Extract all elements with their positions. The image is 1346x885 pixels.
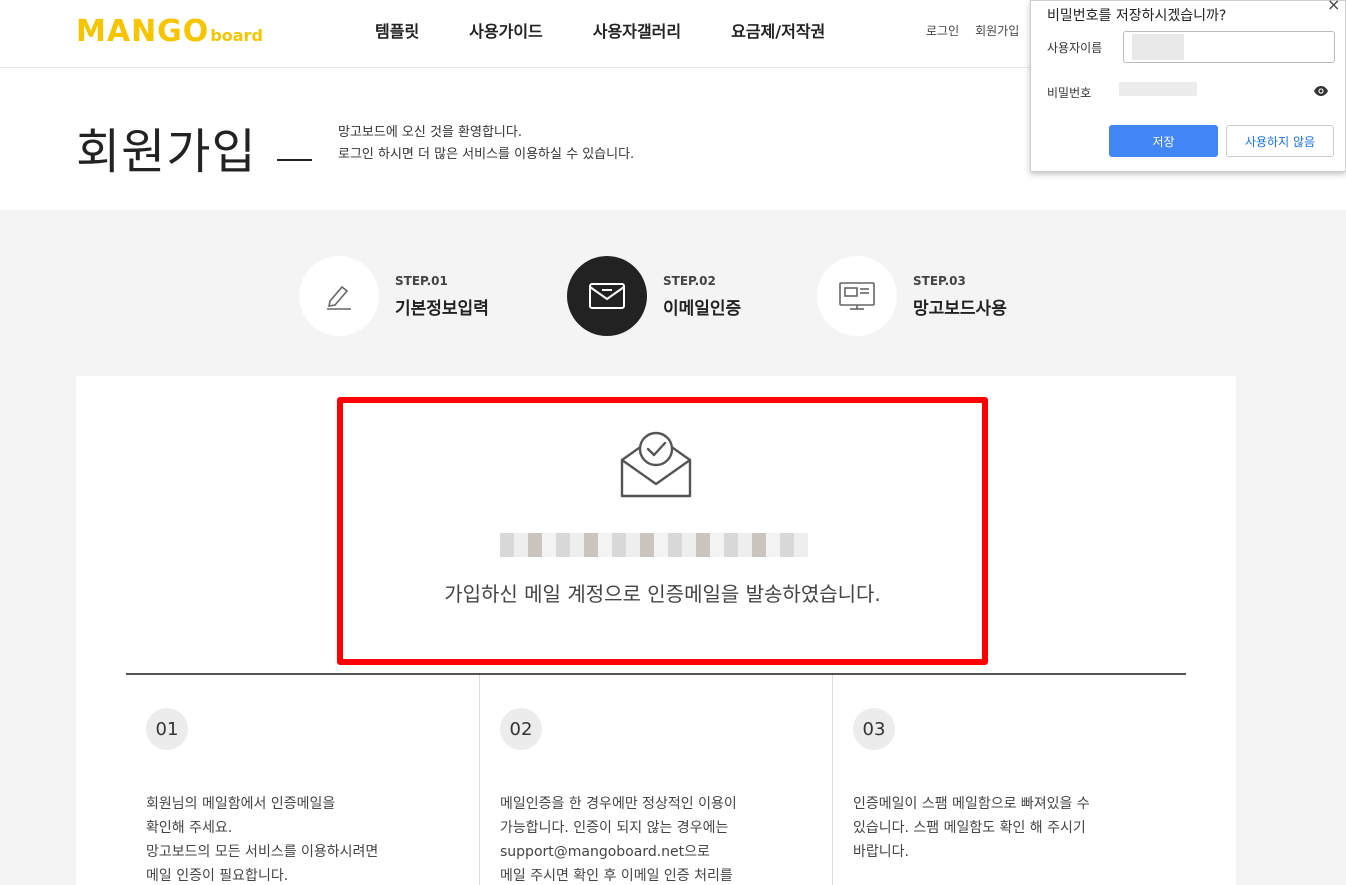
username-label: 사용자이름 [1047, 41, 1103, 55]
eye-icon[interactable] [1313, 85, 1329, 97]
save-password-dialog: 비밀번호를 저장하시겠습니까? × 사용자이름 비밀번호 저장 사용하지 않음 [1030, 0, 1346, 172]
password-label: 비밀번호 [1047, 86, 1092, 100]
info-column-1: 01 회원님의 메일함에서 인증메일을 확인해 주세요. 망고보드의 모든 서비… [146, 708, 466, 885]
username-field[interactable] [1123, 31, 1335, 63]
step-2-label: 이메일인증 [663, 298, 742, 319]
nav-user-gallery[interactable]: 사용자갤러리 [593, 18, 681, 42]
info-number-badge: 01 [146, 708, 188, 750]
blurred-email-address [500, 533, 808, 557]
step-2: STEP.02 이메일인증 [567, 256, 741, 336]
column-separator [479, 675, 480, 885]
step-1-number: STEP.01 [395, 273, 448, 288]
nav-templates[interactable]: 템플릿 [375, 18, 419, 42]
info-text: 메일인증을 한 경우에만 정상적인 이용이 가능합니다. 인증이 되지 않는 경… [500, 796, 737, 884]
step-3-number: STEP.03 [913, 273, 966, 288]
welcome-line-2: 로그인 하시면 더 많은 서비스를 이용하실 수 있습니다. [338, 147, 635, 162]
step-2-number: STEP.02 [663, 273, 716, 288]
close-icon[interactable]: × [1327, 0, 1340, 14]
page-title: 회원가입 [76, 124, 257, 180]
blurred-password [1119, 82, 1197, 96]
dialog-title: 비밀번호를 저장하시겠습니까? [1047, 8, 1227, 24]
step-2-circle [567, 256, 647, 336]
welcome-line-1: 망고보드에 오신 것을 환영합니다. [338, 125, 522, 140]
info-divider [126, 673, 1186, 675]
info-text: 인증메일이 스팸 메일함으로 빠져있을 수 있습니다. 스팸 메일함도 확인 해… [853, 796, 1090, 860]
never-save-button[interactable]: 사용하지 않음 [1226, 125, 1334, 157]
envelope-icon [589, 283, 625, 309]
utility-links: 로그인 회원가입 [926, 22, 1019, 39]
mail-check-icon [620, 431, 692, 498]
info-number-badge: 02 [500, 708, 542, 750]
verification-sent-message: 가입하신 메일 계정으로 인증메일을 발송하였습니다. [444, 582, 881, 606]
welcome-text: 망고보드에 오신 것을 환영합니다. 로그인 하시면 더 많은 서비스를 이용하… [338, 122, 634, 166]
nav-user-guide[interactable]: 사용가이드 [469, 18, 543, 42]
info-number-badge: 03 [853, 708, 895, 750]
logo-sub-text: board [210, 26, 263, 45]
step-3-label: 망고보드사용 [913, 298, 1007, 319]
mangoboard-logo[interactable]: MANGO board [76, 14, 263, 49]
save-password-button[interactable]: 저장 [1109, 125, 1218, 157]
step-3-circle [817, 256, 897, 336]
blurred-username [1132, 34, 1184, 60]
info-column-2: 02 메일인증을 한 경우에만 정상적인 이용이 가능합니다. 인증이 되지 않… [500, 708, 820, 885]
info-column-3: 03 인증메일이 스팸 메일함으로 빠져있을 수 있습니다. 스팸 메일함도 확… [853, 708, 1173, 864]
logo-main-text: MANGO [76, 14, 210, 49]
step-1: STEP.01 기본정보입력 [299, 256, 489, 336]
column-separator [832, 675, 833, 885]
main-nav: 템플릿 사용가이드 사용자갤러리 요금제/저작권 [375, 18, 825, 42]
step-1-label: 기본정보입력 [395, 298, 489, 319]
nav-pricing[interactable]: 요금제/저작권 [731, 18, 825, 42]
monitor-icon [839, 282, 875, 310]
signup-link[interactable]: 회원가입 [975, 22, 1019, 39]
title-dash-decoration [277, 159, 312, 161]
step-1-circle [299, 256, 379, 336]
step-3: STEP.03 망고보드사용 [817, 256, 1007, 336]
login-link[interactable]: 로그인 [926, 22, 959, 39]
info-text: 회원님의 메일함에서 인증메일을 확인해 주세요. 망고보드의 모든 서비스를 … [146, 796, 379, 884]
pen-icon [327, 285, 351, 310]
